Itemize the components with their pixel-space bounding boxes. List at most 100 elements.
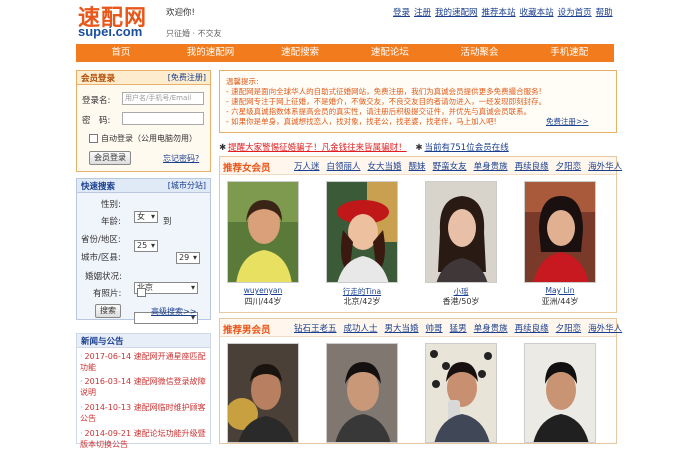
password-input[interactable] <box>122 112 204 125</box>
member-photo[interactable] <box>227 343 299 443</box>
news-text: 2017-06-14 速配网开通星座匹配功能 <box>80 352 206 372</box>
news-item[interactable]: · 2016-03-14 速配网微信登录故障说明 <box>80 376 208 398</box>
member-photo-image <box>426 182 496 282</box>
male-cat[interactable]: 男大当婚 <box>385 324 419 334</box>
female-title: 推荐女会员 <box>223 163 271 174</box>
member-info: 北京/42岁 <box>343 297 381 306</box>
member-name[interactable]: wuyenyan <box>220 286 306 295</box>
recommended-male: 推荐男会员 钻石王老五 成功人士 男大当婚 帅哥 猛男 单身贵族 再续良缘 夕阳恋 海外华人 <box>219 318 622 444</box>
age-to-select[interactable]: 29 <box>176 252 200 264</box>
member-photo[interactable] <box>227 181 299 283</box>
male-cat[interactable]: 成功人士 <box>344 324 378 334</box>
age-from-select[interactable]: 25 <box>134 240 158 252</box>
female-cat[interactable]: 万人迷 <box>294 162 320 172</box>
member-photo[interactable] <box>524 343 596 443</box>
male-categories: 钻石王老五 成功人士 男大当婚 帅哥 猛男 单身贵族 再续良缘 夕阳恋 海外华人 <box>294 322 629 334</box>
news-text: 2014-09-21 速配论坛功能升级暨版本切换公告 <box>80 429 206 449</box>
link-recommend[interactable]: 推荐本站 <box>482 8 516 18</box>
nav-mobile[interactable]: 手机速配 <box>524 44 614 62</box>
has-photo-checkbox[interactable] <box>137 288 146 297</box>
news-header: 新闻与公告 <box>77 334 210 348</box>
link-set-homepage[interactable]: 设为首页 <box>558 8 592 18</box>
male-cat[interactable]: 帅哥 <box>426 324 443 334</box>
news-item[interactable]: · 2014-09-21 速配论坛功能升级暨版本切换公告 <box>80 428 208 450</box>
member-info: 四川/44岁 <box>244 297 282 306</box>
member-name[interactable]: May Lin <box>517 286 603 295</box>
member-photo[interactable] <box>425 181 497 283</box>
news-item[interactable]: · 2017-06-14 速配网开通星座匹配功能 <box>80 351 208 373</box>
star-icon: ✱ <box>219 143 227 153</box>
slogan: 只征婚 · 不交友 <box>166 29 222 38</box>
gender-label: 性别: <box>101 200 121 210</box>
age-to-label: 到 <box>163 217 172 227</box>
member-photo-image <box>327 182 397 282</box>
member-photo[interactable] <box>524 181 596 283</box>
member-photo[interactable] <box>326 181 398 283</box>
gender-select[interactable]: 女 <box>134 211 158 223</box>
nav-search[interactable]: 速配搜索 <box>255 44 345 62</box>
link-register[interactable]: 注册 <box>414 8 431 18</box>
news-bullet: · <box>80 429 83 438</box>
login-title: 会员登录 <box>81 74 116 84</box>
male-cat[interactable]: 夕阳恋 <box>556 324 582 334</box>
link-login[interactable]: 登录 <box>393 8 410 18</box>
nav-my-supei[interactable]: 我的速配网 <box>166 44 256 62</box>
marquee: ✱ 提醒大家警惕征婚骗子！凡金钱往来皆属骗财！ ✱ 当前有751位会员在线 <box>219 141 509 153</box>
male-cat[interactable]: 再续良缘 <box>515 324 549 334</box>
quick-search-header: 快速搜索 [城市分站] <box>77 179 210 193</box>
online-count-link[interactable]: 当前有751位会员在线 <box>424 143 508 153</box>
register-link[interactable]: [免费注册] <box>168 72 206 83</box>
link-my-account[interactable]: 我的速配网 <box>435 8 478 18</box>
male-cat[interactable]: 单身贵族 <box>474 324 508 334</box>
news-bullet: · <box>80 352 83 361</box>
news-title: 新闻与公告 <box>81 337 124 347</box>
member-photo-image <box>327 344 397 442</box>
news-box: 新闻与公告 · 2017-06-14 速配网开通星座匹配功能 · 2016-03-1… <box>76 333 211 449</box>
nav-forum[interactable]: 速配论坛 <box>345 44 435 62</box>
marital-label: 婚姻状况: <box>85 272 122 282</box>
member-photo[interactable] <box>425 343 497 443</box>
password-label: 密 码: <box>82 116 111 126</box>
link-help[interactable]: 帮助 <box>596 8 613 18</box>
username-label: 登录名: <box>82 96 111 106</box>
logo-english[interactable]: supei.com <box>78 24 142 39</box>
male-cat[interactable]: 猛男 <box>450 324 467 334</box>
auto-login-checkbox[interactable] <box>89 134 98 143</box>
male-header: 推荐男会员 钻石王老五 成功人士 男大当婚 帅哥 猛男 单身贵族 再续良缘 夕阳恋 海外华人 <box>220 319 622 337</box>
nav-home[interactable]: 首页 <box>76 44 166 62</box>
female-cat[interactable]: 白领丽人 <box>327 162 361 172</box>
female-cat[interactable]: 再续良缘 <box>515 162 549 172</box>
news-text: 2014-10-13 速配网临时维护顾客公告 <box>80 403 206 423</box>
link-bookmark[interactable]: 收藏本站 <box>520 8 554 18</box>
welcome-text: 欢迎你! <box>166 8 195 18</box>
female-cat[interactable]: 女大当婚 <box>368 162 402 172</box>
username-input[interactable]: 用户名/手机号/Email <box>122 92 204 105</box>
female-cat[interactable]: 野蛮女友 <box>433 162 467 172</box>
forgot-password-link[interactable]: 忘记密码? <box>163 153 199 164</box>
login-button[interactable]: 会员登录 <box>89 151 131 165</box>
notice-box: 温馨提示: - 速配网是面向全球华人的自助式征婚网站，免费注册，我们为真诚会员提… <box>219 70 617 133</box>
nav-events[interactable]: 活动聚会 <box>435 44 525 62</box>
province-label: 省份/地区: <box>81 235 121 245</box>
quick-search-title: 快速搜索 <box>81 182 116 192</box>
top-links: 登录 注册 我的速配网 推荐本站 收藏本站 设为首页 帮助 <box>393 6 617 18</box>
female-cat[interactable]: 靓妹 <box>409 162 426 172</box>
female-cat[interactable]: 单身贵族 <box>474 162 508 172</box>
female-cat[interactable]: 海外华人 <box>588 162 622 172</box>
female-cat[interactable]: 夕阳恋 <box>556 162 582 172</box>
male-cat[interactable]: 海外华人 <box>588 324 622 334</box>
female-categories: 万人迷 白领丽人 女大当婚 靓妹 野蛮女友 单身贵族 再续良缘 夕阳恋 海外华人 <box>294 160 629 172</box>
notice-line: - 如果你是单身，真诚想找恋人，找对象，找老公，找老婆，找老伴，马上加入吧! <box>226 117 497 126</box>
scam-warning-link[interactable]: 提醒大家警惕征婚骗子！凡金钱往来皆属骗财！ <box>228 143 407 153</box>
search-button[interactable]: 搜索 <box>95 304 121 318</box>
member-photo-image <box>525 344 595 442</box>
notice-register-link[interactable]: 免费注册>> <box>546 116 589 127</box>
news-item[interactable]: · 2014-10-13 速配网临时维护顾客公告 <box>80 402 208 424</box>
member-info: 香港/50岁 <box>442 297 480 306</box>
city-site-link[interactable]: [城市分站] <box>168 180 206 191</box>
male-cat[interactable]: 钻石王老五 <box>294 324 337 334</box>
logo-en-b: .com <box>111 24 143 39</box>
news-bullet: · <box>80 377 83 386</box>
advanced-search-link[interactable]: 高级搜索>> <box>151 306 196 317</box>
member-photo[interactable] <box>326 343 398 443</box>
